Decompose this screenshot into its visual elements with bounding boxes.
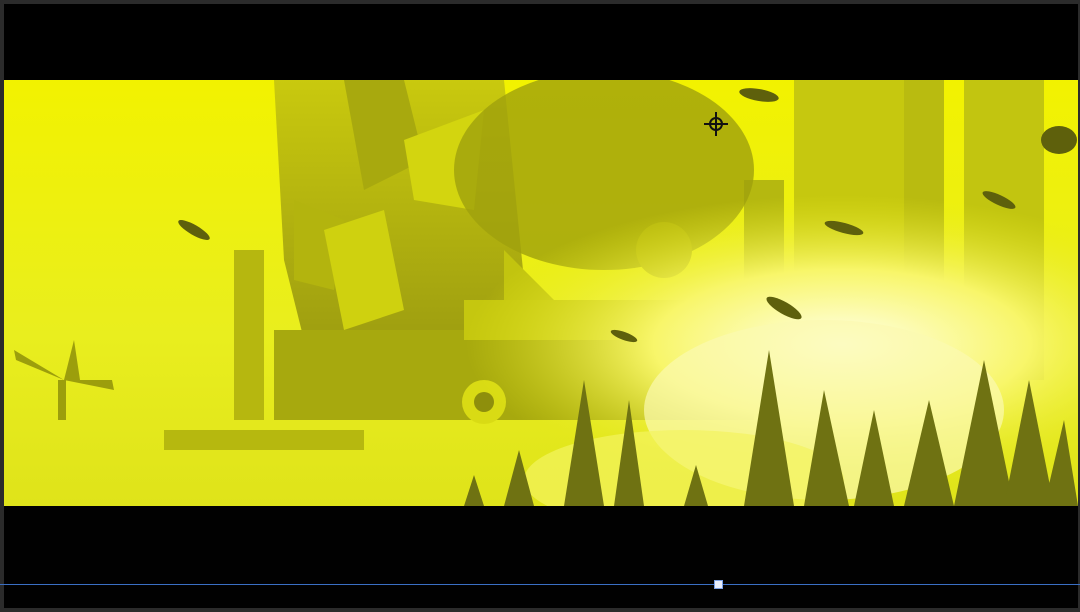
scene-image bbox=[4, 80, 1078, 506]
video-viewer bbox=[0, 0, 1080, 612]
letterbox-bottom bbox=[4, 506, 1078, 608]
preview-canvas[interactable] bbox=[4, 4, 1078, 608]
playhead-handle[interactable] bbox=[714, 580, 723, 589]
timeline-track[interactable] bbox=[0, 584, 1080, 585]
video-frame[interactable] bbox=[4, 80, 1078, 506]
crosshair-icon[interactable] bbox=[704, 112, 728, 136]
letterbox-top bbox=[4, 4, 1078, 80]
